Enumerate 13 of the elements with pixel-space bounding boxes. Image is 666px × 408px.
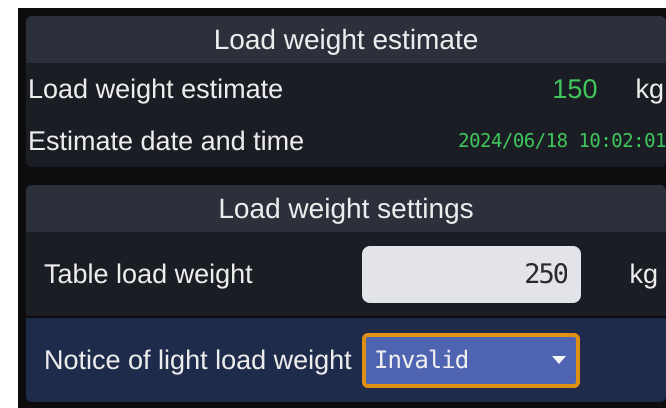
caret-icon [552,356,566,364]
row-label: Notice of light load weight [44,344,353,377]
datetime-value: 2024/06/18 10:02:01 [458,128,666,154]
unit-label: kg [629,258,658,291]
unit-label: kg [635,72,664,106]
panel-title: Load weight estimate [214,22,478,57]
reading-value: 150 [552,72,598,106]
input-field[interactable]: 250 [362,246,581,302]
row-label: Table load weight [44,258,254,291]
panel-title: Load weight settings [218,192,474,226]
row-label: Estimate date and time [28,124,304,158]
dropdown[interactable]: Invalid [362,332,580,388]
row-label: Load weight estimate [28,72,284,106]
